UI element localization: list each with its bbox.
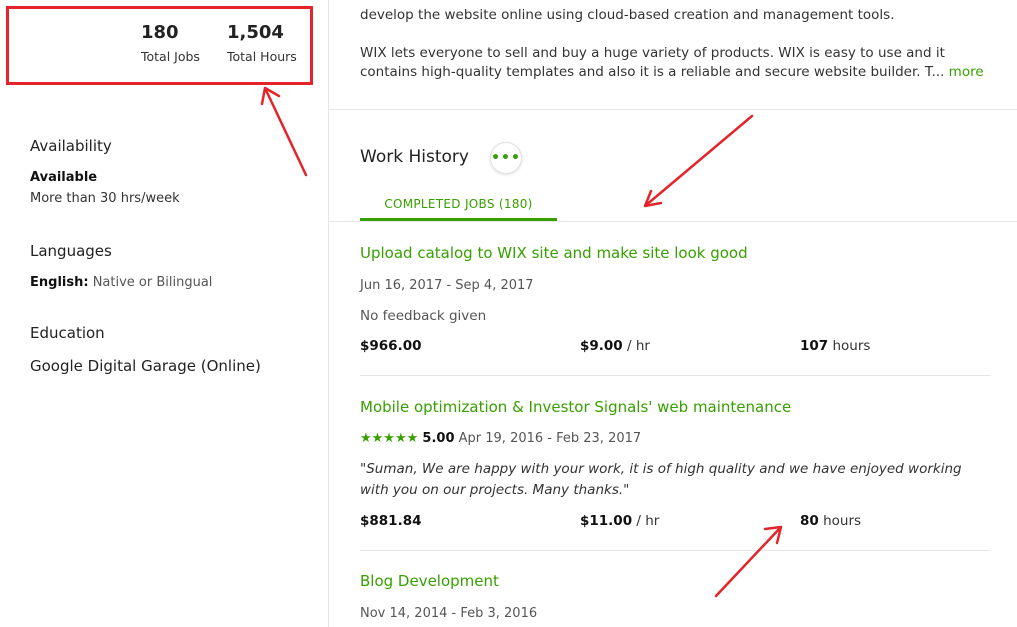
tabs-divider <box>329 221 1017 222</box>
language-name: English: <box>30 275 89 290</box>
job-rate: $11.00 / hr <box>580 513 659 529</box>
stat-total-hours: 1,504 Total Hours <box>227 22 297 64</box>
total-hours-value: 1,504 <box>227 22 284 43</box>
job-dates: Apr 19, 2016 - Feb 23, 2017 <box>458 431 642 446</box>
job-rate-unit: / hr <box>627 338 650 354</box>
education-title: Education <box>30 324 105 342</box>
job-hours: 80 hours <box>800 513 861 529</box>
job-feedback: No feedback given <box>360 308 487 324</box>
job-title-link[interactable]: Upload catalog to WIX site and make site… <box>360 244 748 262</box>
stat-total-jobs: 180 Total Jobs <box>141 22 200 64</box>
divider <box>329 109 1017 110</box>
language-entry: English: Native or Bilingual <box>30 275 212 290</box>
total-jobs-label: Total Jobs <box>141 49 200 64</box>
availability-title: Availability <box>30 137 112 155</box>
job-rating-value: 5.00 <box>422 431 455 446</box>
availability-status-text: Available <box>30 170 98 185</box>
job-hours-unit: hours <box>823 513 862 529</box>
languages-title: Languages <box>30 242 112 260</box>
language-level: Native or Bilingual <box>92 275 213 290</box>
description-text: WIX lets everyone to sell and buy a huge… <box>360 45 945 80</box>
profile-sidebar: 180 Total Jobs 1,504 Total Hours Availab… <box>0 0 329 627</box>
job-divider <box>360 550 990 551</box>
total-hours-label: Total Hours <box>227 49 297 64</box>
job-rate-unit: / hr <box>636 513 660 529</box>
availability-detail: More than 30 hrs/week <box>30 191 180 206</box>
main-content: develop the website online using cloud-b… <box>329 0 1017 627</box>
job-rating-row: ★★★★★ 5.00 Apr 19, 2016 - Feb 23, 2017 <box>360 431 641 446</box>
job-hours-value: 80 <box>800 513 819 529</box>
job-feedback-quote: "Suman, We are happy with your work, it … <box>360 461 962 498</box>
star-rating-icon: ★★★★★ <box>360 431 419 446</box>
job-hours-unit: hours <box>832 338 871 354</box>
description-line: develop the website online using cloud-b… <box>360 7 895 23</box>
description-paragraph: WIX lets everyone to sell and buy a huge… <box>360 44 1000 82</box>
job-hours: 107 hours <box>800 338 870 354</box>
job-title-link[interactable]: Mobile optimization & Investor Signals' … <box>360 398 791 416</box>
job-earned-value: $966.00 <box>360 338 422 354</box>
job-title-link[interactable]: Blog Development <box>360 572 499 590</box>
total-jobs-value: 180 <box>141 22 179 43</box>
work-history-title: Work History <box>360 147 469 167</box>
job-earned: $881.84 <box>360 513 422 529</box>
job-dates: Jun 16, 2017 - Sep 4, 2017 <box>360 278 534 293</box>
more-options-icon[interactable]: ••• <box>490 142 522 174</box>
job-earned: $966.00 <box>360 338 422 354</box>
more-link[interactable]: more <box>949 64 984 80</box>
job-dates: Nov 14, 2014 - Feb 3, 2016 <box>360 606 538 621</box>
job-rate: $9.00 / hr <box>580 338 650 354</box>
job-rate-value: $11.00 <box>580 513 633 529</box>
education-school: Google Digital Garage (Online) <box>30 357 261 375</box>
job-earned-value: $881.84 <box>360 513 422 529</box>
tab-completed-jobs[interactable]: COMPLETED JOBS (180) <box>360 197 557 211</box>
job-rate-value: $9.00 <box>580 338 623 354</box>
stats-highlight-box: 180 Total Jobs 1,504 Total Hours <box>6 6 313 85</box>
job-hours-value: 107 <box>800 338 829 354</box>
availability-status: Available <box>30 170 97 185</box>
job-divider <box>360 375 990 376</box>
